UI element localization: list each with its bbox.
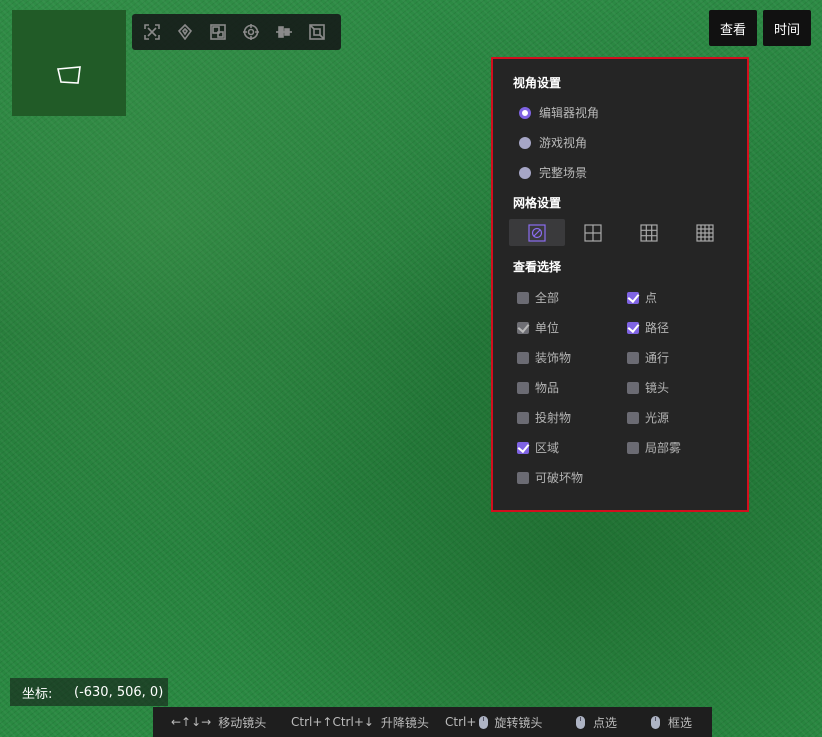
align-icon[interactable] (274, 22, 294, 42)
view-option-label: 完整场景 (539, 166, 588, 180)
filter-passable[interactable]: 通行 (627, 349, 669, 366)
camera-frustum-icon (57, 66, 81, 84)
checkbox-checked[interactable] (517, 440, 530, 454)
filter-unit[interactable]: 单位 (517, 319, 559, 336)
view-settings-title: 视角设置 (513, 76, 562, 90)
filter-point[interactable]: 点 (627, 289, 657, 306)
grid-options (509, 219, 733, 246)
radio-selected[interactable] (519, 106, 531, 119)
snap-icon[interactable] (307, 22, 327, 42)
hint-text: 升降镜头 (380, 715, 429, 730)
editor-toolbar (132, 14, 341, 50)
filter-camera[interactable]: 镜头 (627, 379, 669, 396)
filter-label: 点 (645, 291, 658, 305)
filter-label: 装饰物 (535, 351, 572, 365)
view-option-editor[interactable]: 编辑器视角 (519, 104, 599, 121)
shortcut-hint-bar: ←↑↓→ 移动镜头 Ctrl+↑Ctrl+↓ 升降镜头 Ctrl+ 旋转镜头 点… (153, 707, 712, 737)
checkbox-checked[interactable] (627, 320, 640, 334)
filter-region[interactable]: 区域 (517, 439, 559, 456)
checkbox-checked-disabled[interactable] (517, 320, 530, 334)
view-button[interactable]: 查看 (709, 10, 757, 46)
filter-label: 光源 (645, 411, 670, 425)
hint-keys: ←↑↓→ (171, 715, 212, 729)
checkbox[interactable] (627, 351, 639, 364)
mouse-drag-icon (651, 715, 660, 729)
filter-label: 物品 (535, 381, 560, 395)
filter-projectile[interactable]: 投射物 (517, 409, 571, 426)
hint-move: ←↑↓→ 移动镜头 (171, 714, 266, 731)
rotate-icon[interactable] (175, 22, 195, 42)
grid-settings-title: 网格设置 (513, 196, 562, 210)
time-button[interactable]: 时间 (763, 10, 811, 46)
grid-3x3-option[interactable] (621, 219, 677, 246)
hint-text: 旋转镜头 (494, 715, 543, 730)
checkbox[interactable] (627, 381, 639, 394)
filter-all[interactable]: 全部 (517, 289, 559, 306)
filter-label: 投射物 (535, 411, 572, 425)
layout-icon[interactable] (208, 22, 228, 42)
grid-4x4-option[interactable] (677, 219, 733, 246)
filter-label: 镜头 (645, 381, 670, 395)
hint-keys: Ctrl+↑Ctrl+↓ (291, 715, 374, 729)
hint-lift: Ctrl+↑Ctrl+↓ 升降镜头 (291, 714, 429, 731)
hint-text: 框选 (668, 715, 693, 730)
filter-label: 路径 (645, 321, 670, 335)
coordinates-label: 坐标: (22, 686, 53, 702)
hint-text: 点选 (593, 715, 618, 730)
grid-4x4-icon (696, 223, 714, 242)
filter-label: 通行 (645, 351, 670, 365)
mouse-right-icon (479, 715, 489, 729)
coordinates-value: (-630, 506, 0) (74, 684, 164, 700)
view-settings-panel: 视角设置 编辑器视角 游戏视角 完整场景 网格设置 查看选择 全部 单位 装饰物… (491, 57, 749, 512)
checkbox-checked[interactable] (627, 290, 640, 304)
grid-off-option[interactable] (509, 219, 565, 246)
hint-text: 移动镜头 (218, 715, 267, 730)
checkbox[interactable] (627, 411, 639, 424)
filter-label: 局部雾 (645, 441, 682, 455)
hint-rotate: Ctrl+ 旋转镜头 (445, 714, 542, 731)
checkbox[interactable] (517, 351, 529, 364)
view-option-game[interactable]: 游戏视角 (519, 134, 587, 151)
target-icon[interactable] (241, 22, 261, 42)
coordinates-readout: 坐标: (-630, 506, 0) (10, 678, 168, 706)
radio[interactable] (519, 136, 531, 149)
checkbox[interactable] (517, 291, 529, 304)
fit-icon[interactable] (142, 22, 162, 42)
hint-box-select: 框选 (651, 714, 692, 731)
checkbox[interactable] (517, 381, 529, 394)
minimap[interactable] (12, 10, 126, 116)
grid-2x2-option[interactable] (565, 219, 621, 246)
view-option-label: 编辑器视角 (539, 106, 600, 120)
filter-path[interactable]: 路径 (627, 319, 669, 336)
grid-3x3-icon (640, 223, 658, 242)
filter-light[interactable]: 光源 (627, 409, 669, 426)
grid-2x2-icon (584, 223, 602, 242)
hint-select: 点选 (576, 714, 617, 731)
checkbox[interactable] (627, 441, 639, 454)
checkbox[interactable] (517, 411, 529, 424)
filter-local-fog[interactable]: 局部雾 (627, 439, 681, 456)
view-option-full-scene[interactable]: 完整场景 (519, 164, 587, 181)
view-option-label: 游戏视角 (539, 136, 588, 150)
filter-label: 全部 (535, 291, 560, 305)
filter-label: 单位 (535, 321, 560, 335)
filter-label: 可破坏物 (535, 471, 584, 485)
filter-item[interactable]: 物品 (517, 379, 559, 396)
grid-off-icon (528, 223, 546, 242)
mouse-left-icon (576, 715, 585, 729)
radio[interactable] (519, 166, 531, 179)
filter-destructible[interactable]: 可破坏物 (517, 469, 583, 486)
filter-decoration[interactable]: 装饰物 (517, 349, 571, 366)
filter-title: 查看选择 (513, 260, 562, 274)
filter-label: 区域 (535, 441, 560, 455)
hint-keys: Ctrl+ (445, 715, 477, 729)
checkbox[interactable] (517, 471, 529, 484)
